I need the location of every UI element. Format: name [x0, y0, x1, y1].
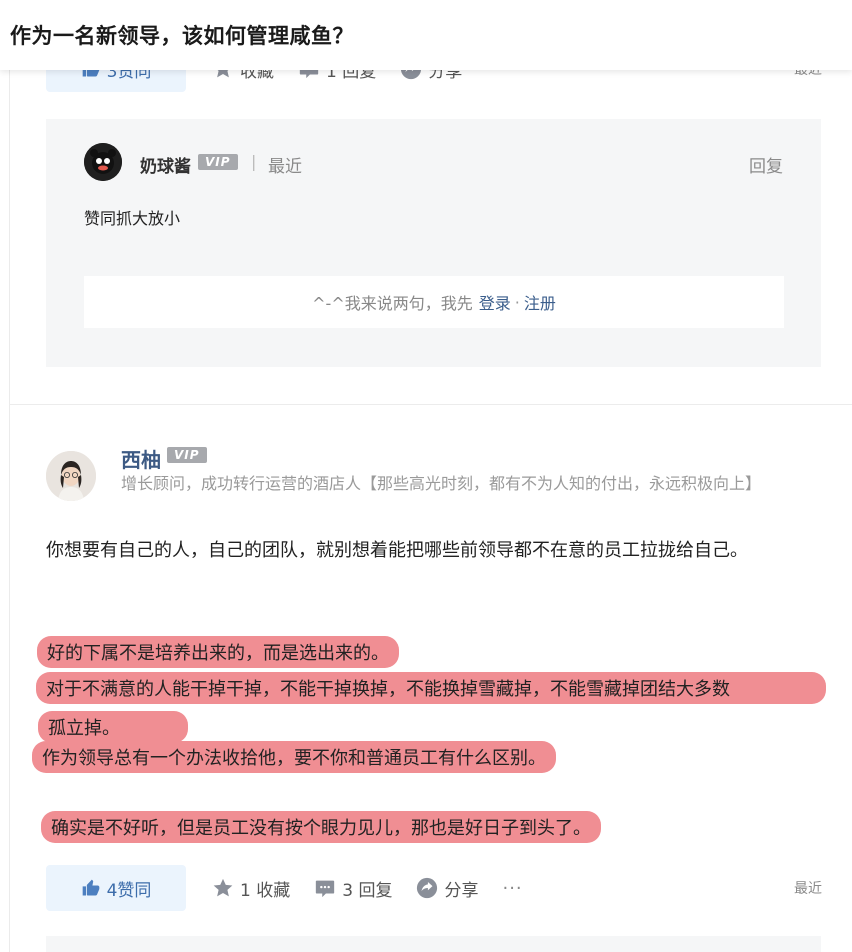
highlighted-text: 确实是不好听，但是员工没有按个眼力见儿，那也是好日子到头了。 — [41, 811, 601, 843]
comment-button[interactable]: 3 回复 — [314, 876, 392, 901]
reply-section: 奶球酱 VIP | 最近 回复 赞同抓大放小 ^-^我来说两句，我先 登录 · … — [46, 119, 821, 367]
highlighted-text: 对于不满意的人能干掉干掉，不能干掉换掉，不能换掉雪藏掉，不能雪藏掉团结大多数 — [36, 672, 826, 704]
reply-username[interactable]: 奶球酱 — [140, 152, 191, 177]
author-avatar[interactable] — [46, 451, 96, 501]
column-border — [9, 70, 10, 952]
answer-divider — [9, 404, 852, 405]
separator: | — [251, 152, 257, 171]
share-button[interactable]: 分享 — [416, 876, 478, 901]
question-title[interactable]: 作为一名新领导，该如何管理咸鱼？ — [10, 20, 354, 50]
login-prompt: ^-^我来说两句，我先 登录 · 注册 — [84, 276, 784, 328]
post-time: 最近 — [794, 881, 822, 897]
answer-paragraph: 你想要有自己的人，自己的团队，就别想着能把哪些前领导都不在意的员工拉拢给自己。 — [46, 540, 748, 561]
vip-badge: VIP — [167, 447, 207, 463]
login-prompt-text: ^-^我来说两句，我先 — [312, 294, 473, 313]
highlighted-text: 孤立掉。 — [38, 711, 188, 743]
highlighted-text: 好的下属不是培养出来的，而是选出来的。 — [37, 636, 399, 668]
comment-count: 3 回复 — [342, 880, 393, 901]
vip-badge: VIP — [198, 154, 238, 170]
login-link[interactable]: 登录 — [479, 290, 511, 314]
comment-section-preview — [46, 936, 821, 952]
thumbs-up-icon — [82, 879, 99, 896]
dot-separator: · — [514, 292, 520, 312]
answer-action-bar: 4赞同 1 收藏 3 回复 分享 ··· 最近 — [46, 865, 822, 911]
highlighted-text: 作为领导总有一个办法收拾他，要不你和普通员工有什么区别。 — [32, 741, 556, 773]
reply-text: 赞同抓大放小 — [84, 209, 181, 228]
author-bio: 增长顾问，成功转行运营的酒店人【那些高光时刻，都有不为人知的付出，永远积极向上】 — [121, 474, 762, 493]
favorite-count: 1 收藏 — [240, 880, 291, 901]
like-count: 4赞同 — [106, 880, 152, 901]
more-options-button[interactable]: ··· — [502, 878, 522, 899]
share-icon — [417, 877, 438, 899]
star-icon — [213, 878, 233, 897]
author-avatar-image — [46, 451, 96, 501]
like-button[interactable]: 4赞同 — [46, 865, 186, 911]
favorite-button[interactable]: 1 收藏 — [212, 876, 290, 901]
author-name[interactable]: 西柚 — [121, 444, 161, 473]
reply-button[interactable]: 回复 — [749, 152, 783, 177]
avatar[interactable] — [84, 143, 122, 181]
page-header: 作为一名新领导，该如何管理咸鱼？ — [0, 0, 852, 70]
comment-icon — [316, 880, 335, 898]
reply-time: 最近 — [268, 157, 302, 177]
avatar-image — [84, 143, 122, 181]
register-link[interactable]: 注册 — [524, 290, 556, 314]
share-label: 分享 — [444, 880, 479, 901]
